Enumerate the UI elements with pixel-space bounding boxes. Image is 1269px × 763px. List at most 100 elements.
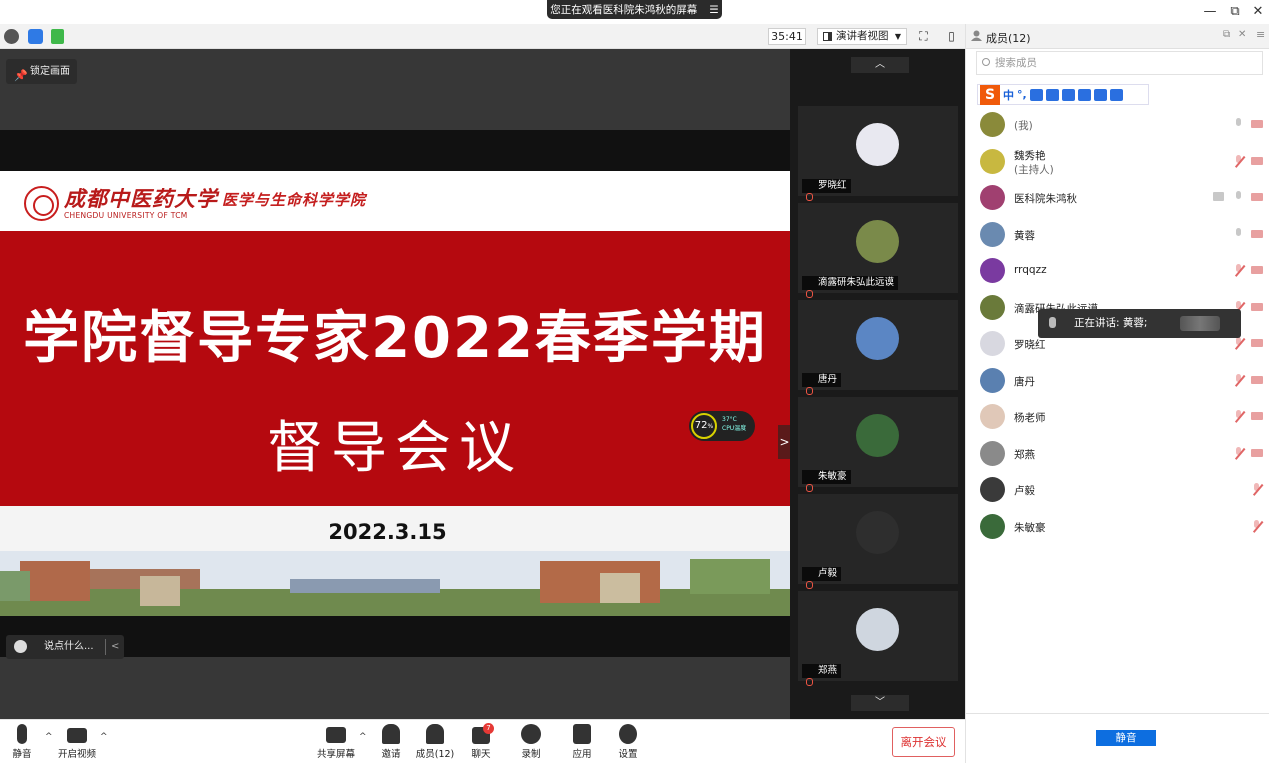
mic-icon[interactable] [1234, 118, 1244, 131]
chat-placeholder[interactable]: 说点什么... [44, 635, 94, 659]
mic-muted-icon[interactable] [1252, 483, 1262, 496]
cpu-monitor-widget[interactable]: 72% 37°C CPU温度 [689, 411, 755, 441]
gallery-down-button[interactable]: ﹀ [851, 695, 909, 711]
ime-mode[interactable]: 中 [1003, 87, 1014, 103]
chat-button[interactable]: 聊天 [455, 724, 507, 760]
camera-off-icon[interactable] [1251, 120, 1263, 128]
camera-off-icon[interactable] [1251, 229, 1263, 238]
tools-icon[interactable] [1077, 88, 1091, 101]
menu-icon[interactable]: ☰ [709, 4, 718, 16]
ime-punct[interactable]: °, [1017, 88, 1027, 101]
shield-icon[interactable] [28, 29, 43, 44]
mic-muted-icon[interactable] [1234, 373, 1244, 387]
video-tile[interactable]: 唐丹 [798, 300, 958, 395]
video-tile[interactable]: 滴露研朱弘此远谟 [798, 203, 958, 298]
member-name: 罗晓红 [1014, 339, 1046, 351]
grid-icon[interactable] [1109, 88, 1123, 101]
mute-all-button[interactable]: 静音 [1096, 730, 1156, 746]
chevron-down-icon: ▼ [894, 32, 901, 41]
camera-off-icon[interactable] [1251, 193, 1263, 201]
mic-muted-icon [806, 484, 813, 492]
avatar [980, 294, 1005, 320]
video-options-chevron-icon[interactable]: ^ [100, 732, 108, 742]
members-button[interactable]: 成员(12) [409, 724, 461, 760]
camera-off-icon[interactable] [1251, 448, 1263, 457]
member-row[interactable]: rrqqzz [966, 252, 1269, 289]
mute-button[interactable]: 静音 [0, 724, 48, 760]
video-tile[interactable]: 罗晓红 [798, 106, 958, 201]
restore-icon[interactable]: ⧉ [1226, 3, 1244, 21]
view-mode-select[interactable]: 演讲者视图 ▼ [817, 28, 907, 45]
university-name-cn: 成都中医药大学 [64, 186, 218, 211]
member-row[interactable]: 郑燕 [966, 435, 1269, 472]
close-panel-icon[interactable]: ✕ [1238, 29, 1246, 40]
camera-off-icon[interactable] [1251, 339, 1263, 347]
mic-muted-icon[interactable] [1252, 519, 1262, 533]
mic-icon[interactable] [1234, 191, 1244, 204]
mic-muted-icon[interactable] [1234, 410, 1244, 423]
member-name: rrqqzz [1014, 264, 1047, 276]
member-row[interactable]: 黄蓉 [966, 216, 1269, 253]
start-video-button[interactable]: 开启视频 [51, 724, 103, 760]
camera-off-icon[interactable] [1251, 156, 1263, 165]
share-notice[interactable]: 您正在观看医科院朱鸿秋的屏幕 ☰ [547, 0, 722, 19]
record-button[interactable]: 录制 [505, 724, 557, 760]
avatar [856, 220, 899, 263]
mic-muted-icon[interactable] [1234, 264, 1244, 277]
share-screen-label: 共享屏幕 [316, 749, 355, 760]
settings-button[interactable]: 设置 [602, 724, 654, 760]
leave-meeting-button[interactable]: 离开会议 [892, 727, 955, 757]
mic-muted-icon[interactable] [1234, 337, 1244, 350]
gallery-up-button[interactable]: ︿ [851, 57, 909, 73]
meeting-toolbar: 静音 ^ 开启视频 ^ 共享屏幕 ^ 邀请 成员(12) 聊天 7 录制 应用 … [0, 719, 965, 763]
mic-muted-icon[interactable] [1234, 446, 1244, 460]
emoji-icon[interactable] [14, 640, 27, 653]
voice-icon[interactable] [1045, 88, 1059, 101]
member-row[interactable]: 唐丹 [966, 362, 1269, 399]
member-search-input[interactable]: 搜索成员 [976, 51, 1263, 75]
avatar [856, 608, 899, 651]
search-placeholder: 搜索成员 [995, 57, 1037, 69]
emoji-icon[interactable] [1029, 88, 1043, 101]
signal-icon[interactable] [51, 29, 64, 44]
quick-chat-box[interactable]: 说点什么... < [6, 635, 124, 659]
mic-muted-icon [806, 678, 813, 686]
info-icon[interactable] [4, 29, 19, 44]
minimize-icon[interactable]: — [1201, 3, 1219, 21]
camera-off-icon[interactable] [1251, 266, 1263, 274]
mic-muted-icon [806, 581, 813, 589]
avatar [856, 123, 899, 166]
menu-icon[interactable]: ≡ [1256, 28, 1265, 41]
apps-button[interactable]: 应用 [556, 724, 608, 760]
speaking-indicator: 正在讲话: 黄蓉; [1038, 309, 1241, 338]
sidebar-toggle-icon[interactable]: ▯ [943, 28, 960, 45]
close-icon[interactable]: ✕ [1249, 3, 1267, 21]
skin-icon[interactable] [1093, 88, 1107, 101]
fullscreen-icon[interactable]: ⛶ [915, 28, 932, 45]
mic-muted-icon[interactable] [1234, 154, 1244, 168]
member-row[interactable]: 魏秀艳 (主持人) [966, 143, 1269, 180]
member-row[interactable]: 杨老师 [966, 398, 1269, 435]
member-row[interactable]: (我) [966, 106, 1269, 143]
divider [105, 639, 106, 655]
mic-icon[interactable] [1234, 227, 1244, 241]
ime-logo-icon[interactable]: S [980, 84, 1000, 105]
lock-view-button[interactable]: 📌 锁定画面 [6, 59, 77, 84]
camera-off-icon[interactable] [1251, 412, 1263, 420]
video-tile[interactable]: 郑燕 [798, 591, 958, 686]
keyboard-icon[interactable] [1061, 88, 1075, 101]
camera-off-icon[interactable] [1251, 375, 1263, 384]
slide-title-line1: 学院督导专家2022春季学期 [23, 306, 767, 371]
member-row[interactable]: 卢毅 [966, 471, 1269, 508]
tile-name: 唐丹 [802, 373, 842, 387]
cpu-temperature-value: 37°C [722, 416, 737, 423]
camera-off-icon[interactable] [1251, 302, 1263, 311]
video-tile[interactable]: 卢毅 [798, 494, 958, 589]
chat-collapse-icon[interactable]: < [111, 635, 119, 659]
member-row[interactable]: 医科院朱鸿秋 [966, 179, 1269, 216]
popout-icon[interactable]: ⧉ [1223, 29, 1230, 40]
share-screen-button[interactable]: 共享屏幕 [310, 724, 362, 760]
member-row[interactable]: 朱敏豪 [966, 508, 1269, 545]
video-tile[interactable]: 朱敏豪 [798, 397, 958, 492]
input-method-toolbar[interactable]: S 中 °, [977, 84, 1149, 105]
